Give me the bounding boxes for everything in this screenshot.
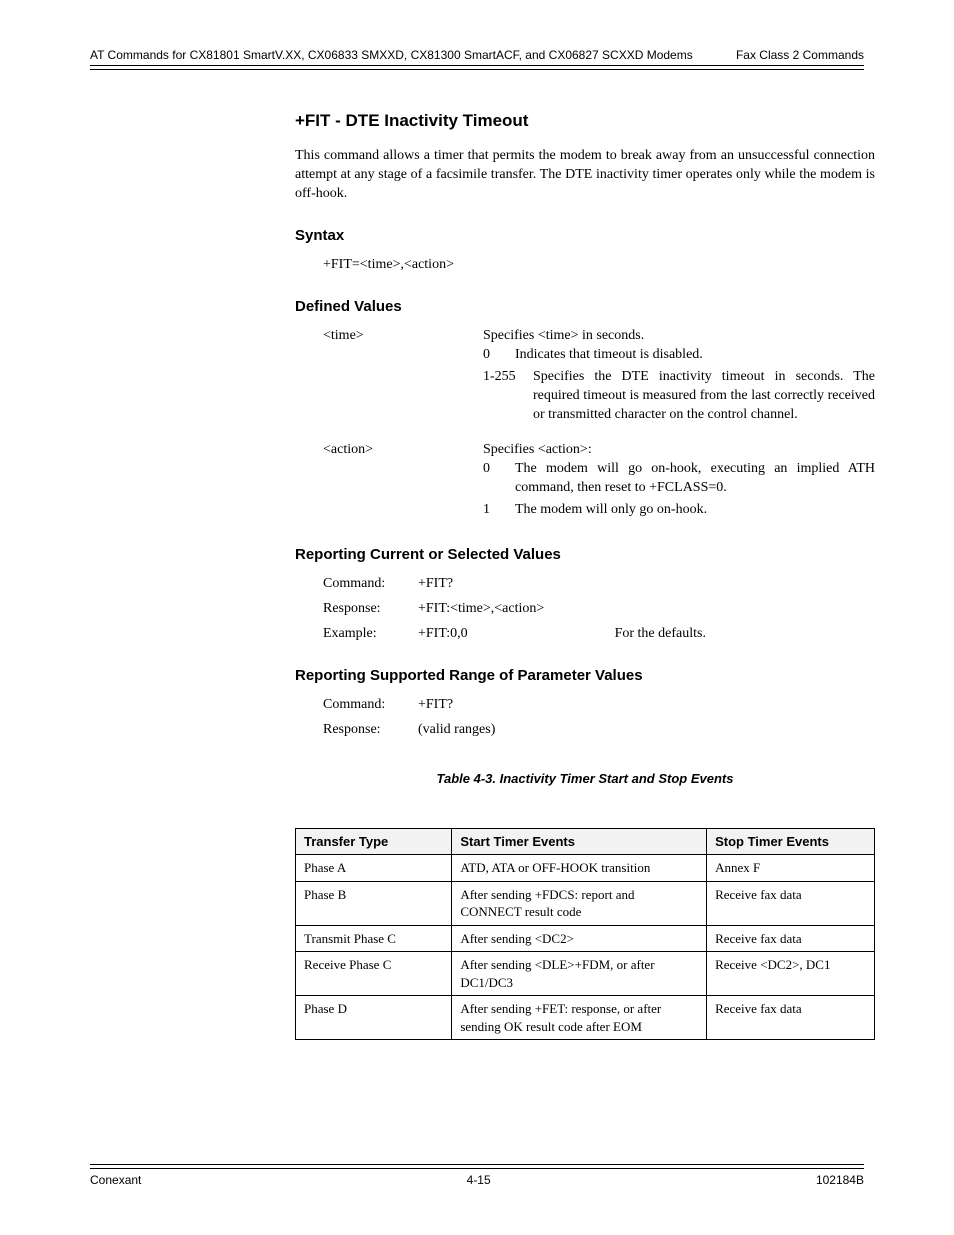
section-title: +FIT - DTE Inactivity Timeout — [295, 110, 875, 133]
running-header: AT Commands for CX81801 SmartV.XX, CX068… — [90, 48, 864, 65]
r1-example-val: +FIT:0,0 — [418, 626, 468, 641]
def-time-desc-lead: Specifies <time> in seconds. — [483, 327, 875, 346]
reporting2-heading: Reporting Supported Range of Parameter V… — [295, 666, 875, 686]
r1-response-val: +FIT:<time>,<action> — [418, 600, 875, 619]
r2-command-label: Command: — [323, 696, 418, 715]
def-action-0-term: 0 — [483, 460, 515, 498]
def-action-1-desc: The modem will only go on-hook. — [515, 501, 875, 520]
cell: After sending <DLE>+FDM, or after DC1/DC… — [452, 952, 707, 996]
header-right: Fax Class 2 Commands — [736, 48, 864, 62]
page: AT Commands for CX81801 SmartV.XX, CX068… — [0, 0, 954, 1235]
cell: Receive fax data — [707, 996, 875, 1040]
cell: Phase D — [296, 996, 452, 1040]
def-time-0-row: 0 Indicates that timeout is disabled. — [483, 346, 875, 365]
table-row: Phase B After sending +FDCS: report and … — [296, 881, 875, 925]
def-action-1-row: 1 The modem will only go on-hook. — [483, 501, 875, 520]
def-time-row: <time> Specifies <time> in seconds. 0 In… — [323, 327, 875, 427]
r2-command-val: +FIT? — [418, 696, 875, 715]
def-action-term: <action> — [323, 441, 483, 523]
def-time-term: <time> — [323, 327, 483, 427]
cell: After sending <DC2> — [452, 925, 707, 952]
footer-rule — [90, 1164, 864, 1169]
r1-command: Command: +FIT? — [323, 575, 875, 594]
footer-right: 102184B — [816, 1173, 864, 1187]
r1-example-label: Example: — [323, 625, 418, 644]
footer-center: 4-15 — [467, 1173, 491, 1187]
header-rule — [90, 65, 864, 70]
r2-command: Command: +FIT? — [323, 696, 875, 715]
def-action-desc: Specifies <action>: 0 The modem will go … — [483, 441, 875, 523]
def-action-1-term: 1 — [483, 501, 515, 520]
table-row: Phase A ATD, ATA or OFF-HOOK transition … — [296, 855, 875, 882]
def-action-0-desc: The modem will go on-hook, executing an … — [515, 460, 875, 498]
r1-example-note: For the defaults. — [615, 626, 706, 641]
cell: Annex F — [707, 855, 875, 882]
cell: Receive fax data — [707, 925, 875, 952]
cell: Transmit Phase C — [296, 925, 452, 952]
def-time-0-term: 0 — [483, 346, 515, 365]
cell: ATD, ATA or OFF-HOOK transition — [452, 855, 707, 882]
th-stop-events: Stop Timer Events — [707, 828, 875, 855]
def-time-0-desc: Indicates that timeout is disabled. — [515, 346, 875, 365]
cell: Receive fax data — [707, 881, 875, 925]
def-action-row: <action> Specifies <action>: 0 The modem… — [323, 441, 875, 523]
defined-values-heading: Defined Values — [295, 297, 875, 317]
def-action-desc-lead: Specifies <action>: — [483, 441, 875, 460]
cell: Phase A — [296, 855, 452, 882]
cell: Phase B — [296, 881, 452, 925]
table-header-row: Transfer Type Start Timer Events Stop Ti… — [296, 828, 875, 855]
def-time-1-term: 1-255 — [483, 368, 533, 425]
r1-example-vals: +FIT:0,0 For the defaults. — [418, 625, 875, 644]
table-row: Receive Phase C After sending <DLE>+FDM,… — [296, 952, 875, 996]
header-left: AT Commands for CX81801 SmartV.XX, CX068… — [90, 48, 693, 62]
r1-response-label: Response: — [323, 600, 418, 619]
r1-command-val: +FIT? — [418, 575, 875, 594]
r2-response: Response: (valid ranges) — [323, 721, 875, 740]
def-time-1-desc: Specifies the DTE inactivity timeout in … — [533, 368, 875, 425]
def-time-1-row: 1-255 Specifies the DTE inactivity timeo… — [483, 368, 875, 425]
body-content: +FIT - DTE Inactivity Timeout This comma… — [295, 110, 864, 1040]
footer-row: Conexant 4-15 102184B — [90, 1173, 864, 1187]
table-row: Phase D After sending +FET: response, or… — [296, 996, 875, 1040]
footer-left: Conexant — [90, 1173, 141, 1187]
def-time-desc: Specifies <time> in seconds. 0 Indicates… — [483, 327, 875, 427]
cell: After sending +FDCS: report and CONNECT … — [452, 881, 707, 925]
r1-command-label: Command: — [323, 575, 418, 594]
inactivity-timer-table: Transfer Type Start Timer Events Stop Ti… — [295, 828, 875, 1041]
syntax-heading: Syntax — [295, 226, 875, 246]
reporting1-heading: Reporting Current or Selected Values — [295, 545, 875, 565]
r2-response-val: (valid ranges) — [418, 721, 875, 740]
r1-example: Example: +FIT:0,0 For the defaults. — [323, 625, 875, 644]
th-transfer-type: Transfer Type — [296, 828, 452, 855]
cell: After sending +FET: response, or after s… — [452, 996, 707, 1040]
th-start-events: Start Timer Events — [452, 828, 707, 855]
cell: Receive Phase C — [296, 952, 452, 996]
def-action-0-row: 0 The modem will go on-hook, executing a… — [483, 460, 875, 498]
table-row: Transmit Phase C After sending <DC2> Rec… — [296, 925, 875, 952]
syntax-line: +FIT=<time>,<action> — [323, 256, 875, 275]
cell: Receive <DC2>, DC1 — [707, 952, 875, 996]
r2-response-label: Response: — [323, 721, 418, 740]
table-caption: Table 4-3. Inactivity Timer Start and St… — [295, 770, 875, 788]
body-inner: +FIT - DTE Inactivity Timeout This comma… — [295, 110, 875, 1040]
intro-paragraph: This command allows a timer that permits… — [295, 147, 875, 204]
r1-response: Response: +FIT:<time>,<action> — [323, 600, 875, 619]
footer: Conexant 4-15 102184B — [90, 1164, 864, 1187]
